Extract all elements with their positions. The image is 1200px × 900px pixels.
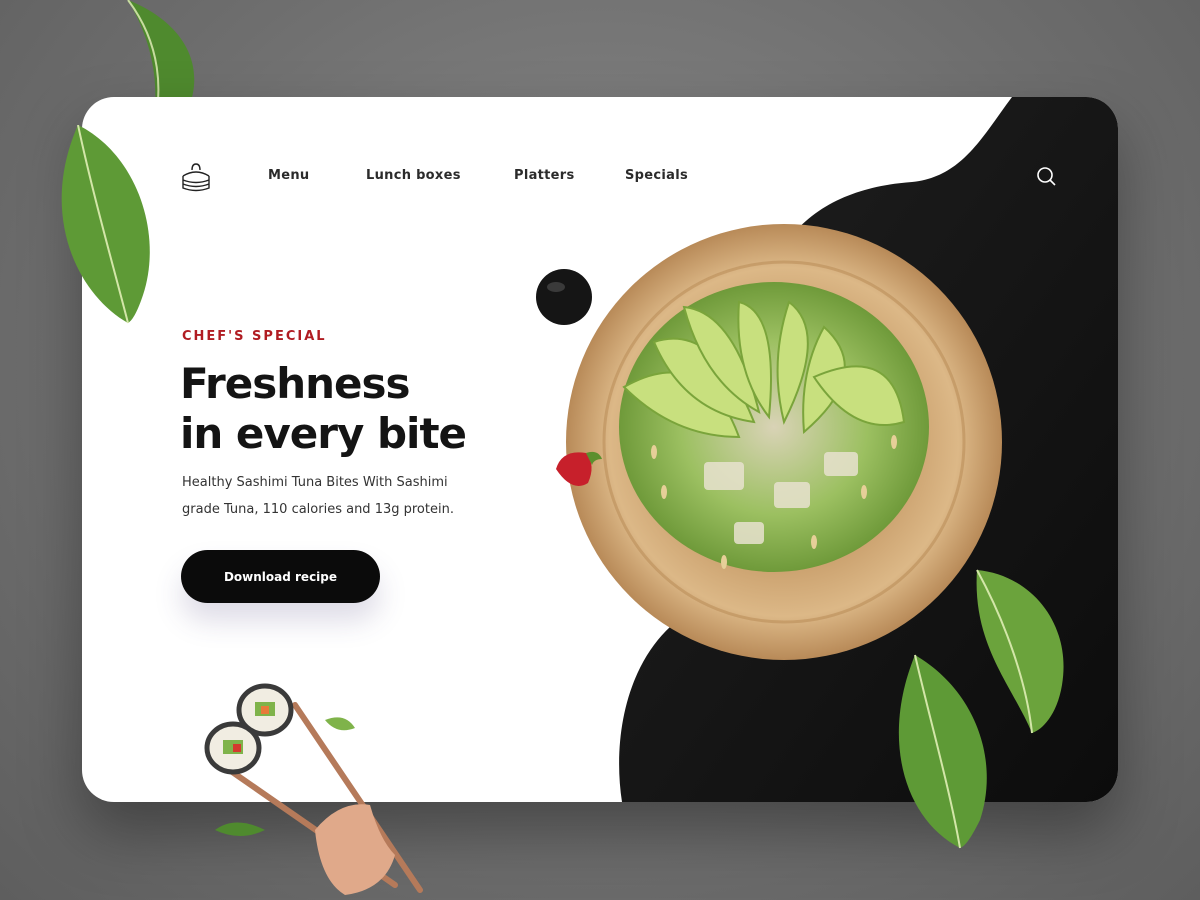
headline-line-2: in every bite bbox=[180, 409, 467, 458]
search-icon[interactable] bbox=[1035, 165, 1057, 187]
leaf-decoration-left bbox=[61, 125, 150, 324]
nav-item-platters[interactable]: Platters bbox=[514, 168, 575, 183]
nav-item-menu[interactable]: Menu bbox=[268, 168, 309, 183]
strawberry-image bbox=[556, 451, 602, 486]
page-title: Freshness in every bite bbox=[180, 359, 510, 459]
download-recipe-button[interactable]: Download recipe bbox=[181, 550, 380, 603]
nav-item-lunch-boxes[interactable]: Lunch boxes bbox=[366, 168, 461, 183]
leaf-decoration-bottom bbox=[898, 654, 987, 849]
hero-description: Healthy Sashimi Tuna Bites With Sashimi … bbox=[182, 475, 454, 517]
headline-line-1: Freshness bbox=[180, 359, 411, 408]
dumpling-steamer-icon[interactable] bbox=[179, 160, 213, 194]
eyebrow-label: CHEF'S SPECIAL bbox=[182, 329, 327, 344]
sushi-chopsticks-image bbox=[204, 683, 423, 895]
salad-bowl-image bbox=[566, 224, 1002, 660]
nav-item-specials[interactable]: Specials bbox=[625, 168, 688, 183]
